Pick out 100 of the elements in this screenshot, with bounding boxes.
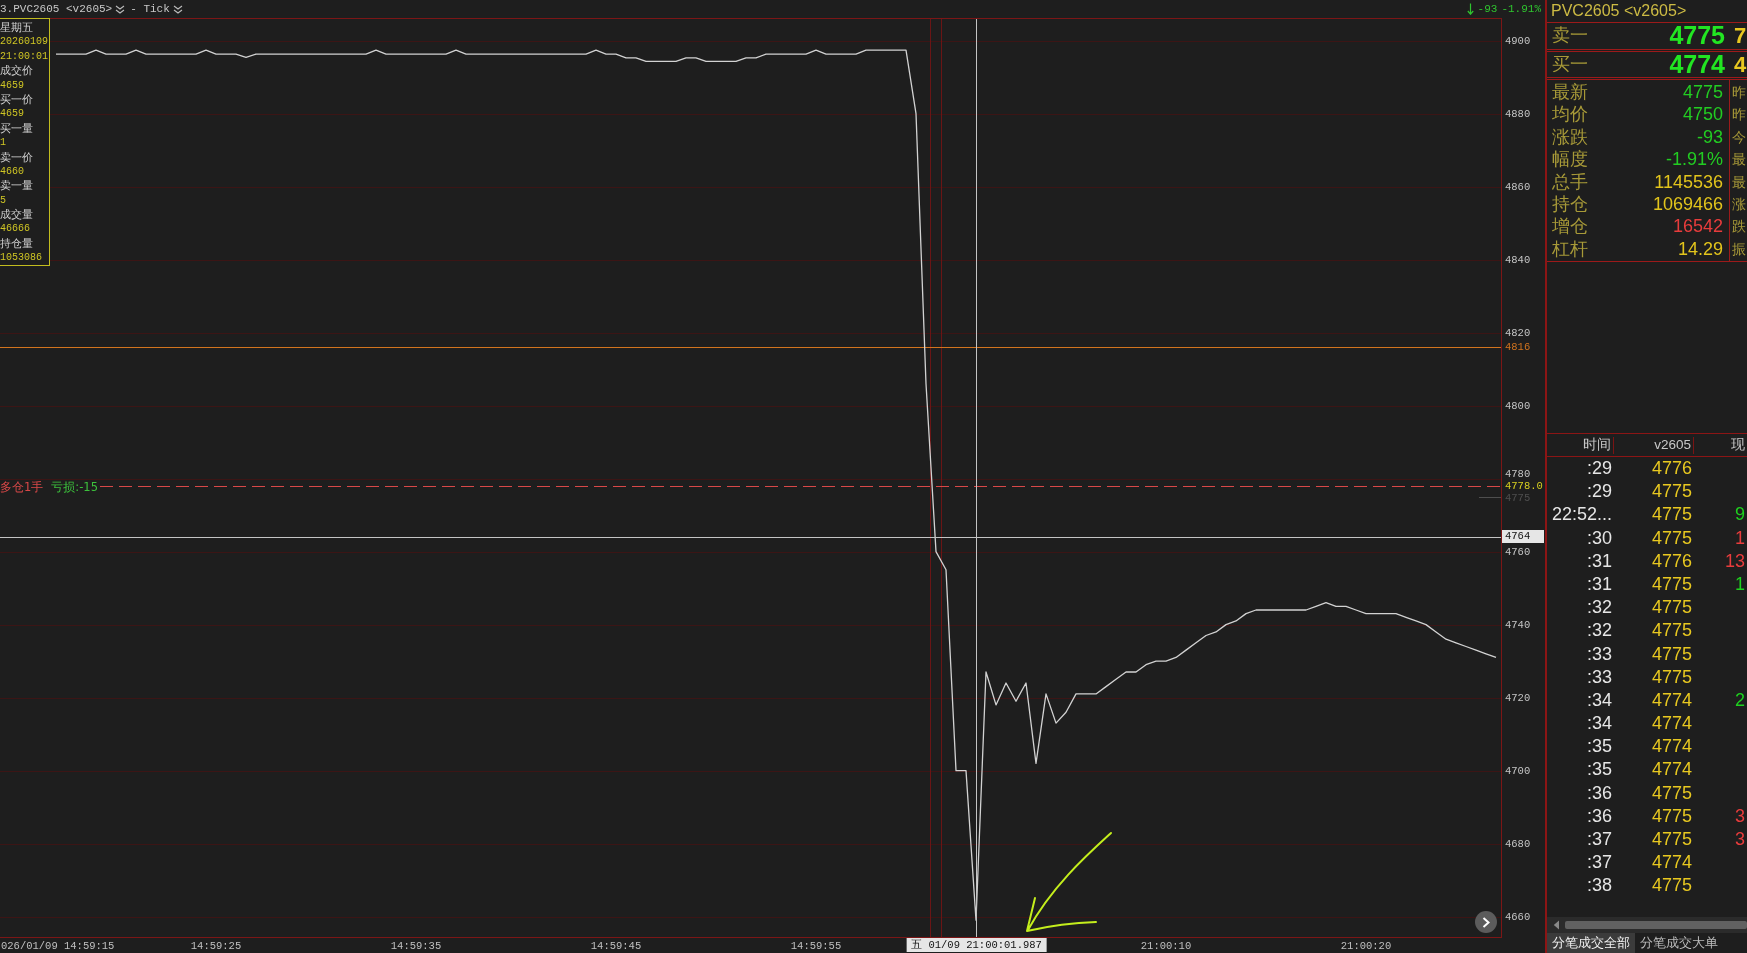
stat-value: 14.29: [1677, 237, 1723, 261]
horizontal-scrollbar[interactable]: [1547, 917, 1747, 933]
double-chevron-down-icon[interactable]: [172, 4, 183, 14]
axis-label: 14:59:55: [790, 939, 842, 952]
period-label: - Tick: [130, 2, 170, 17]
axis-label: 14:59:45: [590, 939, 642, 952]
depth-cell-text: 4: [1734, 50, 1747, 79]
trade-price: 4775: [1651, 665, 1692, 689]
trade-time: :30: [1586, 526, 1612, 550]
stat-value: 4775: [1682, 81, 1723, 104]
tooltip-label: 星期五: [0, 21, 33, 36]
tooltip-value: 4660: [0, 164, 24, 179]
trade-time: :37: [1586, 851, 1612, 875]
axis-label: 4700: [1505, 764, 1531, 777]
cursor-time-label: 五 01/09 21:00:01.987: [906, 938, 1047, 952]
stat-label: 增仓: [1552, 215, 1588, 238]
depth-price: 4774: [1669, 48, 1725, 80]
axis-label: 4780: [1505, 467, 1531, 480]
scroll-right-button[interactable]: [1475, 911, 1497, 933]
trade-time: :32: [1586, 596, 1612, 620]
stat-value: 1145536: [1654, 170, 1723, 193]
tooltip-value: 5: [0, 193, 6, 208]
double-chevron-down-icon[interactable]: [115, 4, 126, 14]
depth-cell-text: 7: [1734, 22, 1747, 51]
trade-time: :33: [1586, 642, 1612, 666]
tooltip-label: 成交价: [0, 64, 33, 79]
tooltip-label: 买一量: [0, 121, 33, 137]
stat-label: 涨: [1732, 194, 1746, 214]
scrollbar-thumb[interactable]: [1565, 921, 1747, 929]
scroll-left-icon[interactable]: [1553, 920, 1560, 930]
trade-price: 4774: [1651, 688, 1692, 712]
axis-label: 4840: [1505, 253, 1531, 266]
trade-volume: 3: [1735, 828, 1745, 851]
stat-value: -93: [1697, 125, 1723, 149]
trade-price: 4775: [1651, 828, 1692, 851]
tooltip-value: 4659: [0, 107, 24, 122]
trade-time: :29: [1586, 457, 1612, 480]
change-value: -93: [1477, 2, 1498, 17]
trade-volume: 3: [1735, 804, 1745, 828]
trade-time: :32: [1586, 619, 1612, 643]
axis-label: 4660: [1505, 910, 1531, 923]
trade-volume: 2: [1735, 688, 1745, 712]
trade-price: 4774: [1651, 758, 1692, 782]
tooltip-label: 买一价: [0, 92, 33, 108]
trade-price: 4774: [1651, 735, 1692, 759]
trade-time: :35: [1586, 735, 1612, 759]
stat-label: 均价: [1552, 103, 1588, 126]
trade-volume: 1: [1735, 526, 1745, 550]
axis-price-label: 4816: [1505, 341, 1531, 354]
axis-label: 4760: [1505, 545, 1531, 558]
trade-time: :37: [1586, 828, 1612, 851]
tooltip-label: 卖一价: [0, 150, 33, 165]
trade-price: 4774: [1651, 851, 1692, 875]
stat-label: 幅度: [1552, 148, 1588, 171]
trade-volume: 9: [1735, 503, 1745, 527]
trade-price: 4774: [1651, 712, 1692, 736]
stat-value: 4750: [1682, 103, 1723, 126]
axis-label: 4800: [1505, 399, 1531, 412]
stat-label: 总手: [1552, 170, 1588, 193]
axis-label: 14:59:25: [190, 939, 242, 952]
axis-label: 4860: [1505, 180, 1531, 193]
tab[interactable]: 分笔成交全部: [1547, 933, 1635, 953]
trade-time: :36: [1586, 781, 1612, 805]
axis-label: 4680: [1505, 837, 1531, 850]
trade-price: 4775: [1651, 596, 1692, 620]
trade-price: 4775: [1651, 480, 1692, 504]
tooltip-value: 20260109: [0, 35, 48, 50]
stat-value: -1.91%: [1665, 148, 1723, 171]
stat-label: 杠杆: [1552, 237, 1588, 261]
trade-price: 4775: [1651, 874, 1692, 898]
stat-label: 振: [1732, 239, 1746, 259]
trade-volume: 13: [1724, 549, 1745, 573]
axis-label: 14:59:35: [390, 939, 442, 952]
axis-label: 21:00:10: [1140, 939, 1192, 952]
trade-time: :35: [1586, 758, 1612, 782]
trade-price: 4775: [1651, 642, 1692, 666]
chevron-right-icon: [1482, 916, 1490, 928]
trade-price: 4776: [1651, 457, 1692, 480]
stat-label: 最: [1732, 150, 1746, 170]
tab[interactable]: 分笔成交大单: [1635, 933, 1723, 953]
trade-volume: 1: [1735, 572, 1745, 596]
column-header: 现: [1731, 435, 1745, 454]
axis-label: 21:00:20: [1340, 939, 1392, 952]
trade-time: :34: [1586, 712, 1612, 736]
tooltip-value: 46666: [0, 222, 30, 237]
axis-label: 4820: [1505, 326, 1531, 339]
trade-price: 4775: [1651, 781, 1692, 805]
contract-title: PVC2605 <v2605>: [1550, 1, 1687, 21]
trade-time: :33: [1586, 665, 1612, 689]
tooltip-label: 卖一量: [0, 179, 33, 194]
tooltip-label: 成交量: [0, 208, 33, 223]
trade-price: 4775: [1651, 572, 1692, 596]
tooltip-value: 21:00:01: [0, 49, 48, 64]
stat-label: 持仓: [1552, 192, 1588, 216]
column-header: 时间: [1583, 435, 1611, 454]
change-percent: -1.91%: [1501, 2, 1541, 17]
trade-price: 4776: [1651, 549, 1692, 573]
depth-label: 卖一: [1551, 24, 1588, 48]
stat-value: 1069466: [1652, 192, 1723, 216]
stat-label: 最新: [1552, 81, 1588, 104]
